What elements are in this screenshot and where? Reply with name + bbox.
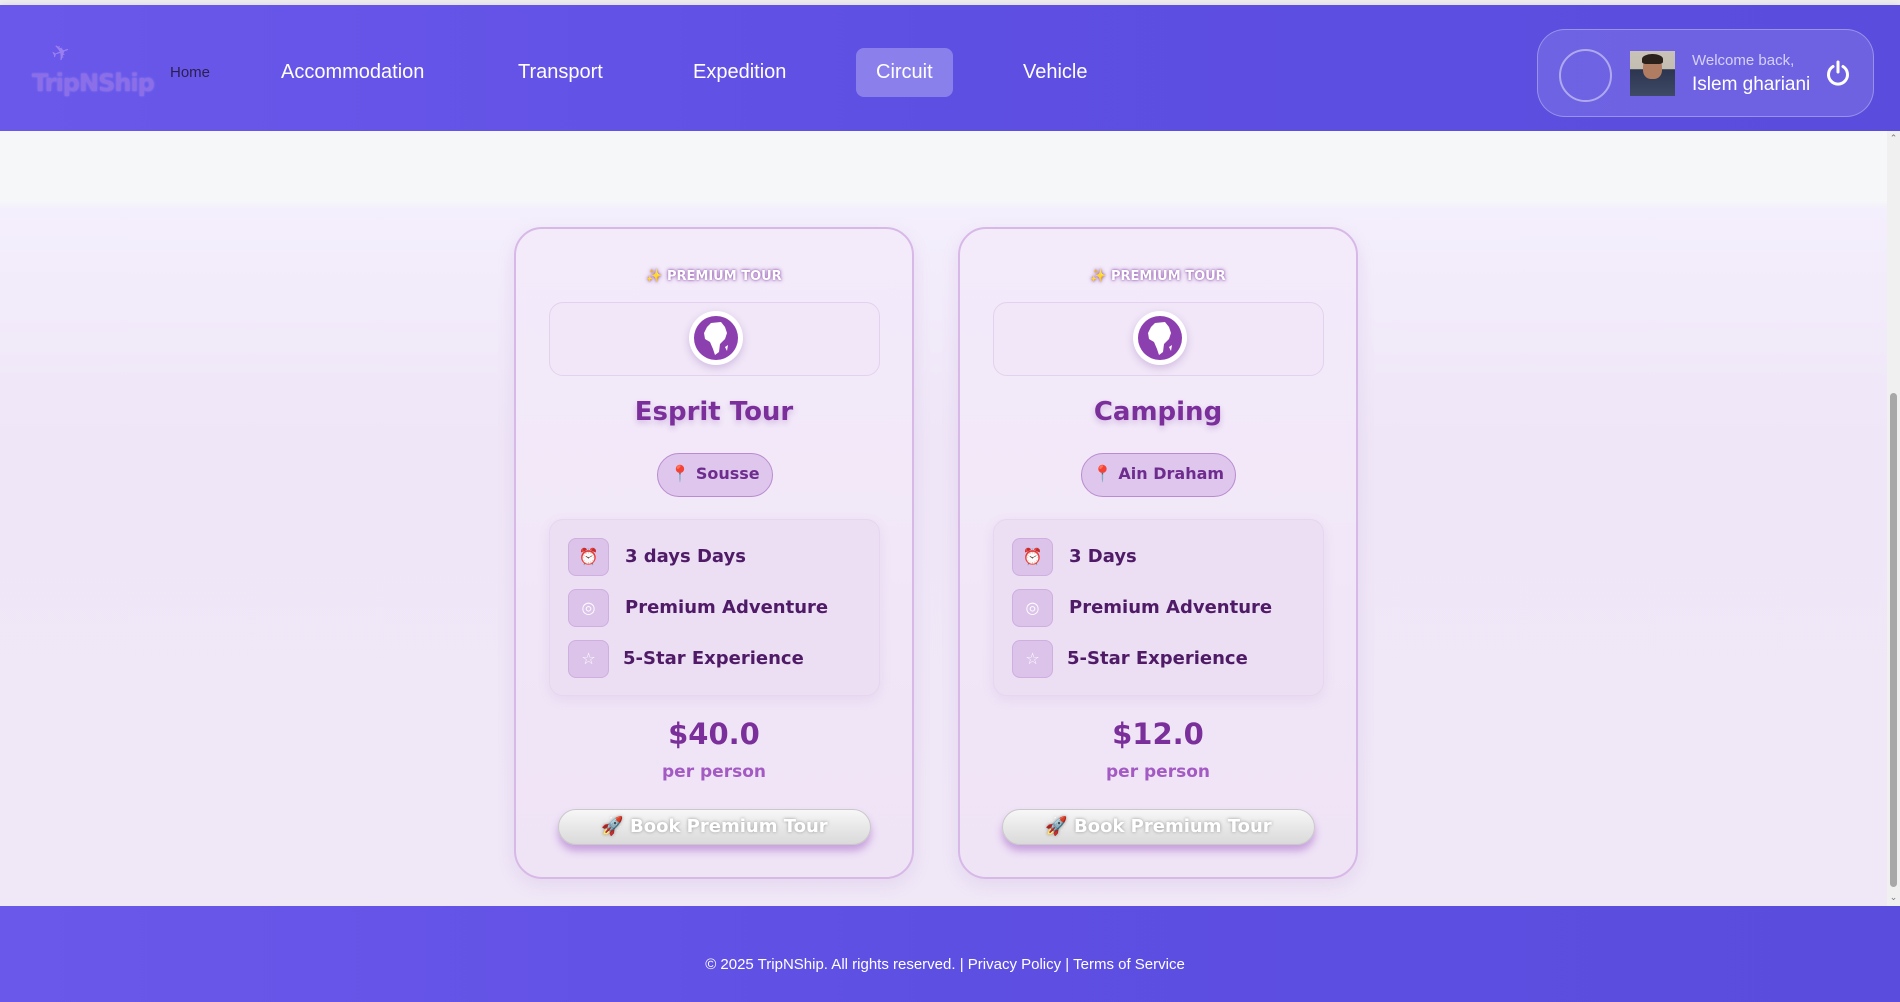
logo-text: TripNShip xyxy=(32,69,155,97)
feature-text: Premium Adventure xyxy=(1069,597,1273,618)
scroll-up-arrow-icon[interactable]: ⌃ xyxy=(1889,134,1898,144)
user-name: Islem ghariani xyxy=(1692,74,1811,95)
location-pill: 📍 Sousse xyxy=(657,453,773,497)
app-logo[interactable]: ✈ TripNShip xyxy=(30,38,155,113)
target-icon: ◎ xyxy=(1012,589,1053,627)
scroll-down-arrow-icon[interactable]: ⌄ xyxy=(1889,893,1898,903)
alarm-clock-icon: ⏰ xyxy=(1012,538,1053,576)
globe-icon xyxy=(689,311,743,365)
nav-transport[interactable]: Transport xyxy=(498,48,623,97)
notification-ring[interactable] xyxy=(1559,49,1612,102)
page-footer: © 2025 TripNShip. All rights reserved. |… xyxy=(0,906,1900,1002)
power-icon[interactable] xyxy=(1823,58,1853,88)
price-unit: per person xyxy=(1106,762,1210,782)
price-unit: per person xyxy=(662,762,766,782)
premium-badge: ✨ PREMIUM TOUR xyxy=(646,269,782,284)
feature-text: 5-Star Experience xyxy=(623,648,804,669)
tour-price: $40.0 xyxy=(668,717,760,751)
top-navigation-bar: ✈ TripNShip Home Accommodation Transport… xyxy=(0,5,1900,131)
tour-card: ✨ PREMIUM TOUR Esprit Tour 📍 Sousse ⏰ 3 … xyxy=(514,227,914,879)
footer-separator: | xyxy=(1065,956,1070,973)
main-content xyxy=(0,131,1887,906)
feature-text: 3 days Days xyxy=(625,546,746,567)
airplane-icon: ✈ xyxy=(48,38,75,69)
avatar-hair xyxy=(1642,54,1663,64)
target-icon: ◎ xyxy=(568,589,609,627)
card-icon-panel xyxy=(993,302,1324,376)
premium-badge: ✨ PREMIUM TOUR xyxy=(1090,269,1226,284)
location-pill: 📍 Ain Draham xyxy=(1081,453,1236,497)
features-panel: ⏰ 3 days Days ◎ Premium Adventure ☆ 5-St… xyxy=(549,519,880,696)
feature-text: 3 Days xyxy=(1069,546,1137,567)
book-premium-tour-button[interactable]: 🚀 Book Premium Tour xyxy=(558,809,871,845)
scroll-thumb[interactable] xyxy=(1890,393,1897,887)
tour-price: $12.0 xyxy=(1112,717,1204,751)
nav-expedition[interactable]: Expedition xyxy=(673,48,806,97)
star-icon: ☆ xyxy=(568,640,609,678)
tour-card: ✨ PREMIUM TOUR Camping 📍 Ain Draham ⏰ 3 … xyxy=(958,227,1358,879)
card-icon-panel xyxy=(549,302,880,376)
feature-text: Premium Adventure xyxy=(625,597,829,618)
privacy-policy-link[interactable]: Privacy Policy xyxy=(968,956,1061,973)
alarm-clock-icon: ⏰ xyxy=(568,538,609,576)
features-panel: ⏰ 3 Days ◎ Premium Adventure ☆ 5-Star Ex… xyxy=(993,519,1324,696)
avatar[interactable] xyxy=(1630,51,1675,96)
terms-of-service-link[interactable]: Terms of Service xyxy=(1073,956,1185,973)
nav-home[interactable]: Home xyxy=(170,48,210,97)
copyright-text: © 2025 TripNShip. All rights reserved. | xyxy=(705,956,964,973)
tour-title: Camping xyxy=(1093,397,1223,427)
tour-title: Esprit Tour xyxy=(634,397,794,427)
footer-text: © 2025 TripNShip. All rights reserved. |… xyxy=(0,956,1890,973)
welcome-label: Welcome back, xyxy=(1692,52,1795,69)
nav-accommodation[interactable]: Accommodation xyxy=(261,48,444,97)
feature-text: 5-Star Experience xyxy=(1067,648,1248,669)
globe-icon xyxy=(1133,311,1187,365)
vertical-scrollbar[interactable]: ⌃ ⌄ xyxy=(1887,131,1900,906)
nav-circuit[interactable]: Circuit xyxy=(856,48,953,97)
nav-vehicle[interactable]: Vehicle xyxy=(1003,48,1108,97)
book-premium-tour-button[interactable]: 🚀 Book Premium Tour xyxy=(1002,809,1315,845)
user-panel: Welcome back, Islem ghariani xyxy=(1537,29,1874,117)
star-icon: ☆ xyxy=(1012,640,1053,678)
